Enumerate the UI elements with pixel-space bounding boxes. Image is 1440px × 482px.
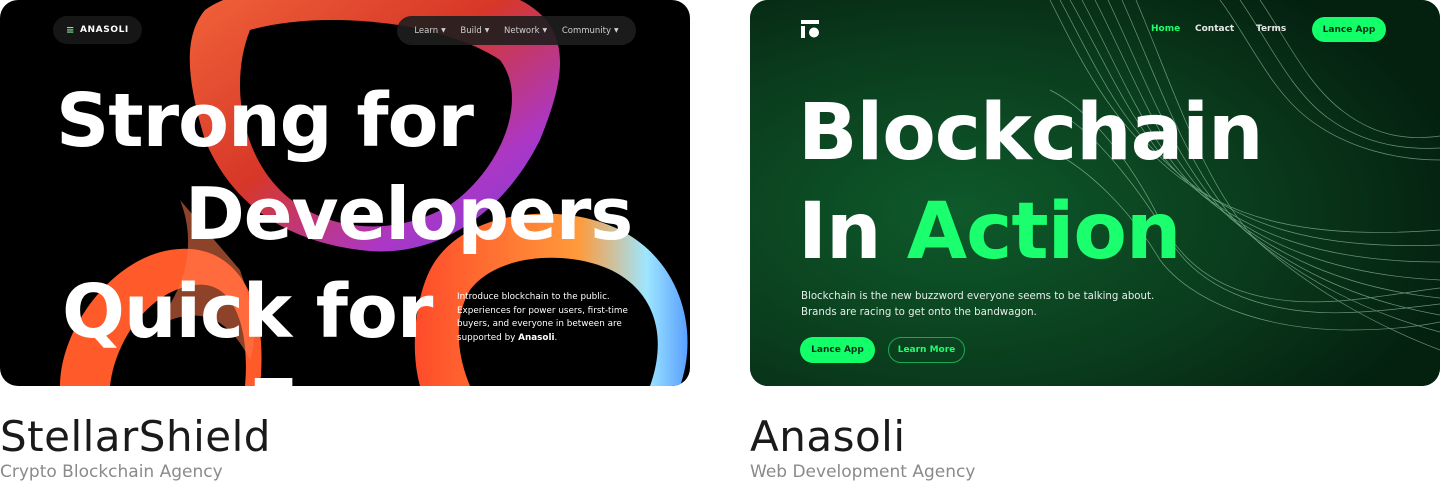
chevron-down-icon: ▼ (614, 27, 619, 34)
chevron-down-icon: ▼ (484, 27, 490, 34)
nav-community[interactable]: Community ▼ (562, 26, 619, 36)
hero-heading-line-2: In Action (798, 193, 1181, 271)
nav-network[interactable]: Network ▼ (504, 26, 547, 36)
nav-community-label: Community (561, 25, 612, 36)
project-subtitle: Crypto Blockchain Agency (0, 462, 223, 482)
nav-learn[interactable]: Learn ▼ (414, 26, 445, 36)
nav-learn-label: Learn (414, 25, 439, 36)
brand-logo-icon[interactable] (801, 20, 823, 40)
lance-app-button[interactable]: Lance App (800, 337, 875, 363)
nav-home[interactable]: Home (1151, 24, 1180, 34)
hero-heading-prefix: In (798, 187, 907, 277)
anasoli-preview-card[interactable]: Home Contact Terms Lance App Blockchain … (750, 0, 1440, 386)
hero-heading-line-1: Blockchain (798, 88, 1264, 178)
nav-contact[interactable]: Contact (1195, 24, 1234, 34)
stellarshield-preview-card[interactable]: ≡ ANASOLI Learn ▼ Build ▼ Network ▼ Communi… (0, 0, 690, 386)
nav-build[interactable]: Build ▼ (460, 26, 489, 36)
nav-build-label: Build (460, 25, 482, 36)
logo-pill[interactable]: ≡ ANASOLI (53, 16, 142, 44)
project-title[interactable]: StellarShield (0, 412, 690, 462)
hero-line-2: Developers (185, 172, 633, 256)
top-nav: Learn ▼ Build ▼ Network ▼ Community ▼ (397, 16, 636, 45)
hero-description: Blockchain is the new buzzword everyone … (801, 291, 1155, 318)
anasoli-caption: Anasoli Web Development Agency (750, 412, 1440, 482)
chevron-down-icon: ▼ (542, 27, 548, 34)
intro-end: . (554, 332, 558, 343)
project-subtitle: Web Development Agency (750, 462, 976, 482)
nav-terms[interactable]: Terms (1256, 24, 1286, 34)
nav-network-label: Network (504, 25, 540, 36)
hero-line-4: E (248, 370, 299, 386)
stellarshield-caption: StellarShield Crypto Blockchain Agency (0, 412, 690, 482)
intro-paragraph: Introduce blockchain to the public. Expe… (457, 291, 637, 345)
lance-app-nav-button[interactable]: Lance App (1312, 17, 1386, 42)
hero-heading-accent: Action (906, 187, 1182, 277)
hero-line-3: Quick for (62, 269, 433, 355)
hero-line-1: Strong for (56, 78, 474, 164)
learn-more-button[interactable]: Learn More (888, 337, 965, 363)
project-title[interactable]: Anasoli (750, 412, 1440, 462)
chevron-down-icon: ▼ (441, 27, 446, 34)
logo-mark-icon: ≡ (66, 24, 75, 36)
logo-text: ANASOLI (79, 25, 129, 35)
intro-brand: Anasoli (518, 332, 555, 343)
